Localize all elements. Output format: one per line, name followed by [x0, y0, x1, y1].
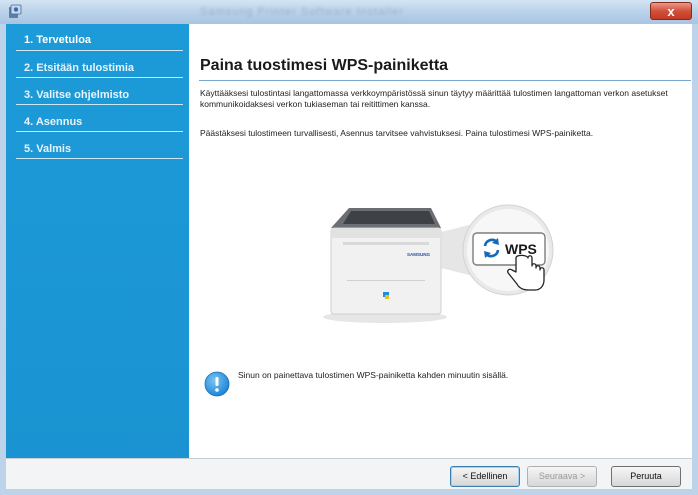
back-button[interactable]: < Edellinen	[450, 466, 520, 487]
main-content: Paina tuostimesi WPS-painiketta Käyttääk…	[189, 24, 692, 458]
title-divider	[199, 80, 691, 81]
wps-button-label: WPS	[505, 241, 537, 257]
cancel-button[interactable]: Peruuta	[611, 466, 681, 487]
step-label: 3. Valitse ohjelmisto	[24, 89, 130, 101]
step-welcome: 1. Tervetuloa	[6, 24, 189, 51]
page-title: Paina tuostimesi WPS-painiketta	[200, 57, 449, 74]
step-searching-printers: 2. Etsitään tulostimia	[6, 51, 189, 78]
window-frame-bottom	[0, 489, 698, 495]
step-select-software: 3. Valitse ohjelmisto	[6, 78, 189, 105]
step-label: 2. Etsitään tulostimia	[24, 62, 135, 74]
printer-illustration: SAMSUNG	[323, 208, 447, 323]
steps-sidebar: 1. Tervetuloa 2. Etsitään tulostimia 3. …	[6, 24, 189, 458]
window-title: Samsung Printer Software Installer	[200, 6, 404, 18]
step-label: 4. Asennus	[24, 116, 83, 128]
intro-paragraph: Käyttääksesi tulostintasi langattomassa …	[200, 88, 668, 109]
step-divider	[16, 158, 183, 159]
window-frame-right	[692, 24, 698, 495]
instruction-paragraph: Päästäksesi tulostimeen turvallisesti, A…	[200, 128, 594, 138]
title-bar: Samsung Printer Software Installer x	[0, 0, 698, 25]
printer-brand-text: SAMSUNG	[407, 252, 431, 257]
steps-list: 1. Tervetuloa 2. Etsitään tulostimia 3. …	[6, 24, 189, 159]
wps-time-notice: Sinun on painettava tulostimen WPS-paini…	[238, 370, 509, 380]
step-finished: 5. Valmis	[6, 132, 189, 159]
step-label: 1. Tervetuloa	[24, 34, 92, 46]
installer-app-icon[interactable]	[7, 4, 23, 20]
close-button[interactable]: x	[650, 2, 692, 20]
step-installation: 4. Asennus	[6, 105, 189, 132]
wps-illustration: SAMSUNG WPS	[323, 204, 554, 323]
close-icon: x	[667, 4, 675, 19]
button-bar: < Edellinen Seuraava > Peruuta	[6, 458, 692, 489]
step-label: 5. Valmis	[24, 143, 72, 155]
next-button[interactable]: Seuraava >	[527, 466, 597, 487]
wps-callout: WPS	[441, 204, 554, 296]
info-icon	[204, 371, 230, 397]
